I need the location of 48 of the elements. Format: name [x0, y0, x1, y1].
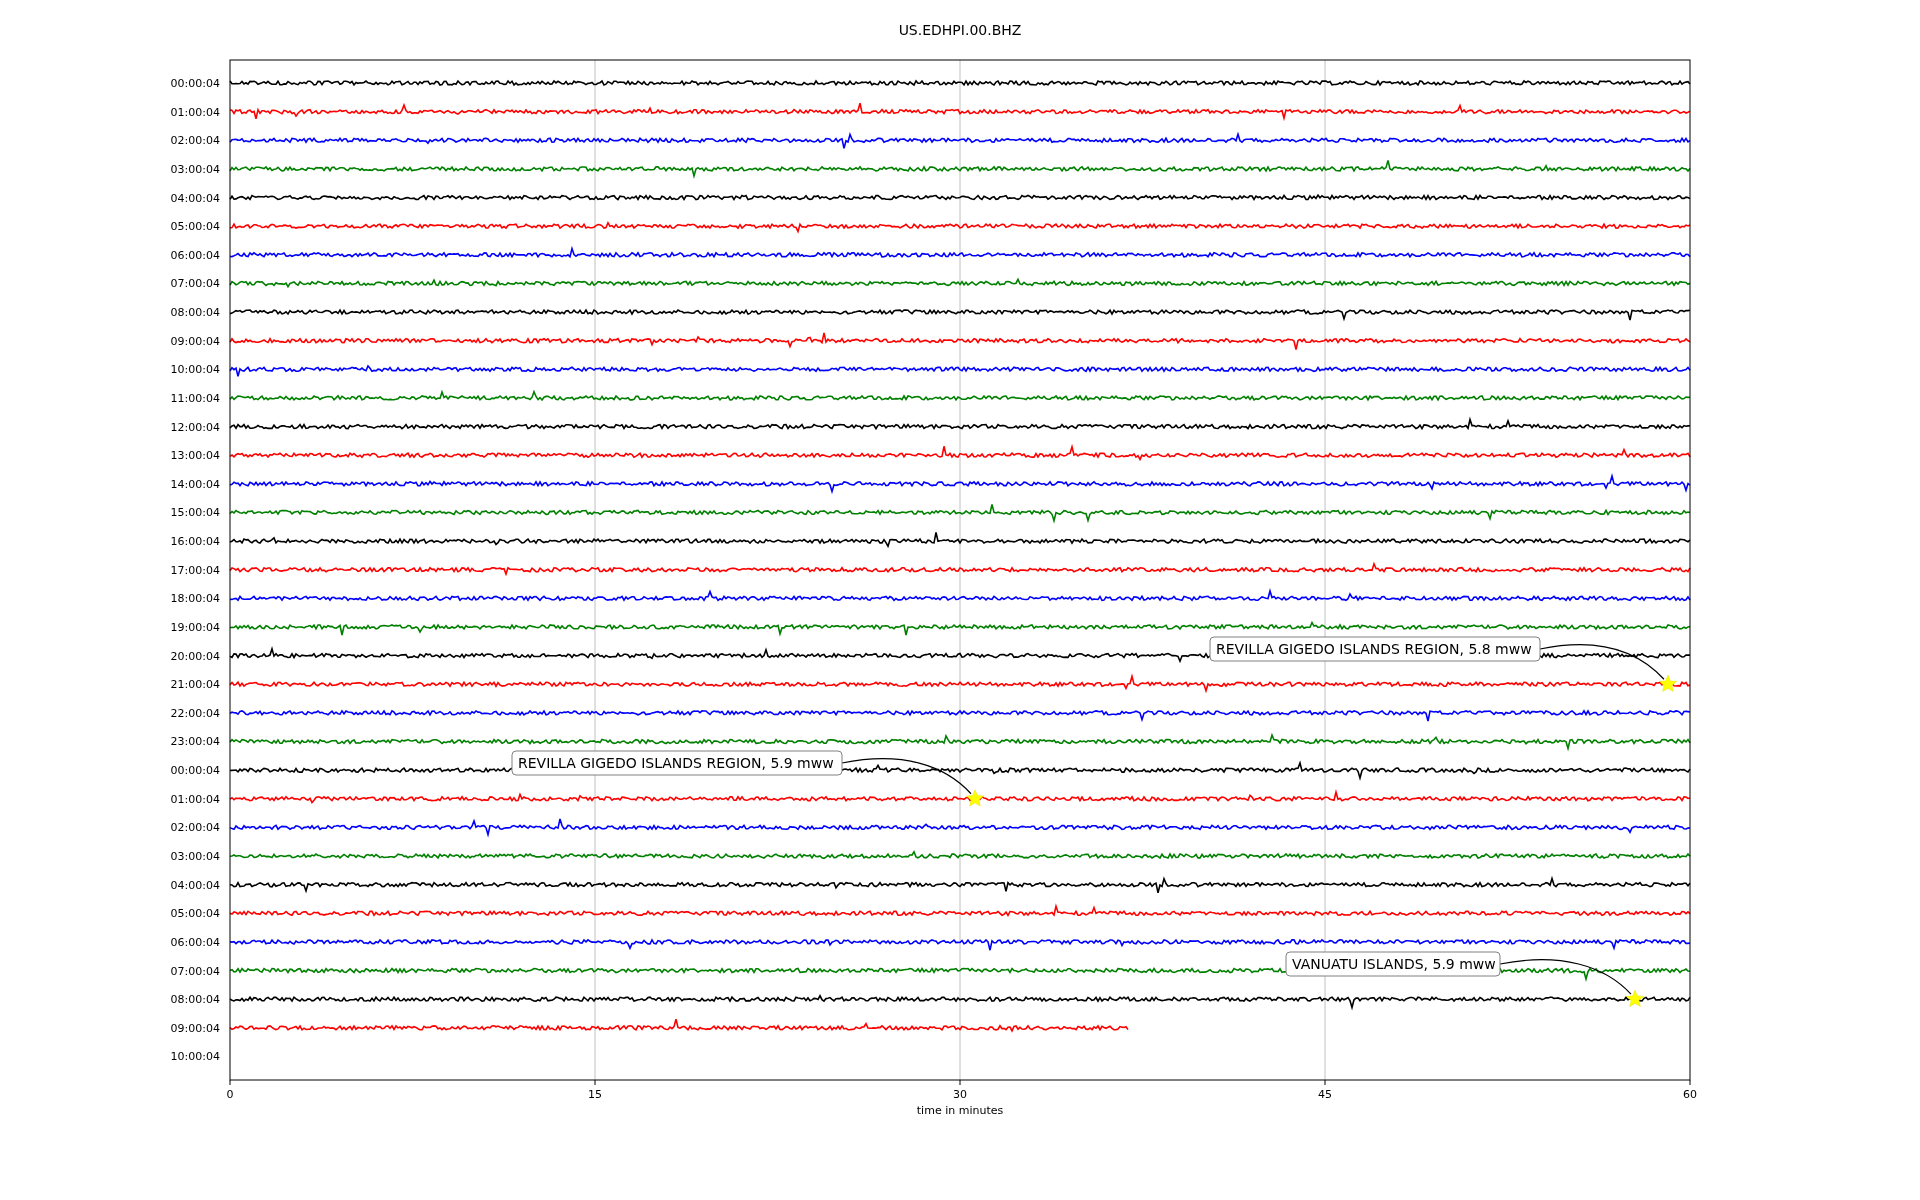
time-label: 01:00:04 — [170, 105, 220, 119]
time-label: 12:00:04 — [170, 420, 220, 434]
time-label: 16:00:04 — [170, 535, 220, 549]
star-icon — [1626, 989, 1644, 1007]
star-icon — [1659, 674, 1677, 692]
time-label: 15:00:04 — [170, 506, 220, 520]
time-label: 20:00:04 — [170, 649, 220, 663]
event-label: REVILLA GIGEDO ISLANDS REGION, 5.8 mww — [1209, 636, 1541, 662]
time-label: 02:00:04 — [170, 134, 220, 148]
time-label: 06:00:04 — [170, 935, 220, 949]
time-label: 07:00:04 — [170, 277, 220, 291]
time-label: 23:00:04 — [170, 735, 220, 749]
chart-title: US.EDHPI.00.BHZ — [898, 22, 1022, 38]
time-label: 08:00:04 — [170, 306, 220, 320]
time-label: 04:00:04 — [170, 191, 220, 205]
star-icon — [966, 789, 984, 807]
time-label: 04:00:04 — [170, 878, 220, 892]
tick-label: 45 — [1318, 1088, 1332, 1101]
time-label: 21:00:04 — [170, 678, 220, 692]
time-label: 03:00:04 — [170, 850, 220, 863]
time-label: 03:00:04 — [170, 162, 220, 176]
time-label: 18:00:04 — [170, 592, 220, 606]
event-label: REVILLA GIGEDO ISLANDS REGION, 5.9 mww — [511, 750, 843, 776]
time-label: 01:00:04 — [170, 792, 220, 806]
time-label: 13:00:04 — [170, 449, 220, 463]
time-label: 07:00:04 — [170, 964, 220, 978]
tick-label: 60 — [1683, 1088, 1697, 1101]
time-label: 11:00:04 — [170, 391, 220, 405]
time-label: 00:00:04 — [170, 764, 220, 778]
time-label: 06:00:04 — [170, 248, 220, 262]
time-label: 09:00:04 — [170, 334, 220, 348]
axis-title: time in minutes — [916, 1104, 1004, 1117]
time-label: 05:00:04 — [170, 907, 220, 921]
time-label: 10:00:04 — [170, 363, 220, 377]
time-label: 02:00:04 — [170, 821, 220, 835]
time-label: 19:00:04 — [170, 620, 220, 634]
time-label: 17:00:04 — [170, 563, 220, 577]
event-label: VANUATU ISLANDS, 5.9 mww — [1285, 951, 1501, 977]
time-label: 10:00:04 — [170, 1050, 220, 1064]
tick-label: 30 — [953, 1088, 967, 1101]
time-label: 05:00:04 — [170, 220, 220, 234]
time-label: 00:00:04 — [170, 77, 220, 90]
time-label: 22:00:04 — [170, 706, 220, 720]
time-label: 14:00:04 — [170, 477, 220, 491]
time-label: 09:00:04 — [170, 1021, 220, 1035]
tick-label: 0 — [226, 1088, 234, 1101]
tick-label: 15 — [588, 1088, 602, 1101]
time-label: 08:00:04 — [170, 993, 220, 1007]
